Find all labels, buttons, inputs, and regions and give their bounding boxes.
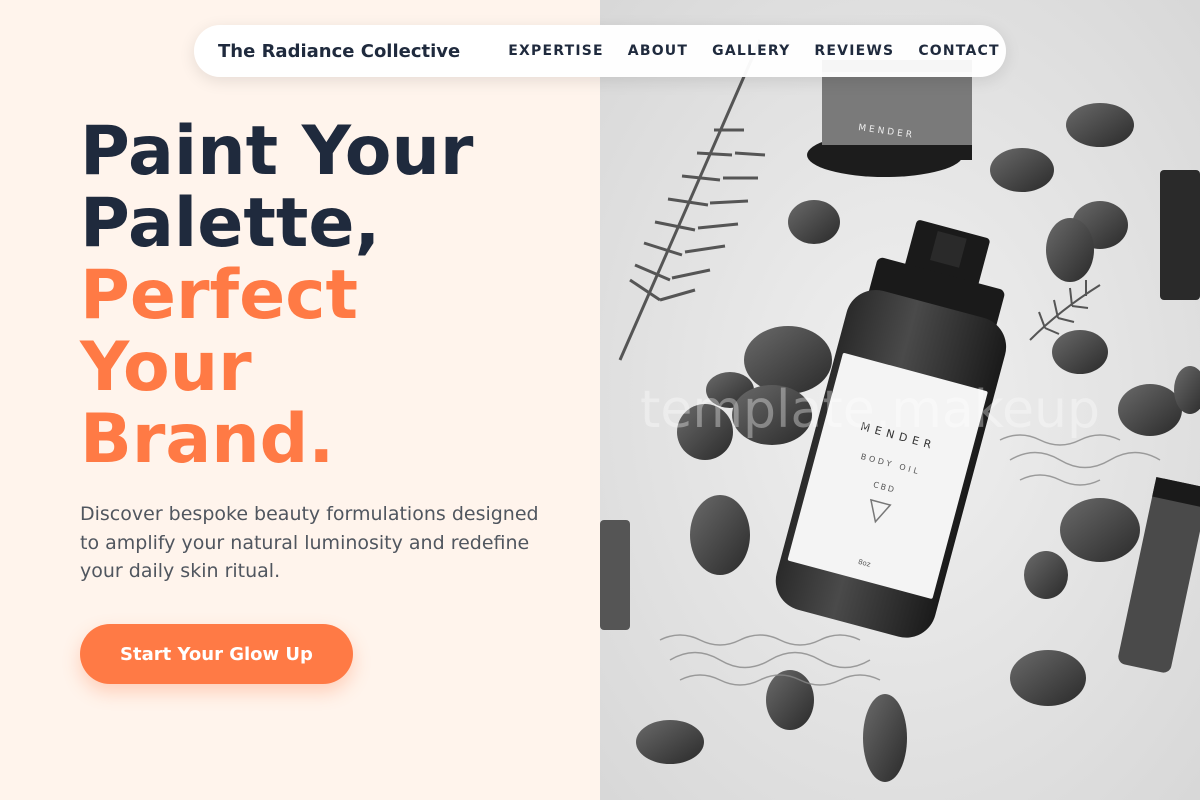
edge-product xyxy=(1160,170,1200,300)
nav-link-about[interactable]: ABOUT xyxy=(628,43,688,59)
top-navbar: The Radiance Collective EXPERTISE ABOUT … xyxy=(194,25,1006,77)
nav-link-reviews[interactable]: REVIEWS xyxy=(814,43,894,59)
watermark: template.makeup xyxy=(640,380,1101,440)
start-glow-up-button[interactable]: Start Your Glow Up xyxy=(80,624,353,684)
nav-links: EXPERTISE ABOUT GALLERY REVIEWS CONTACT xyxy=(508,43,999,59)
headline-line-1: Paint Your xyxy=(80,112,474,191)
nav-link-expertise[interactable]: EXPERTISE xyxy=(508,43,604,59)
edge-product-left xyxy=(600,520,630,630)
nav-link-gallery[interactable]: GALLERY xyxy=(712,43,790,59)
nav-link-contact[interactable]: CONTACT xyxy=(918,43,999,59)
brand-logo[interactable]: The Radiance Collective xyxy=(218,41,460,62)
salve-jar: MENDER xyxy=(807,60,972,177)
headline-line-5: Brand. xyxy=(80,400,335,479)
hero-headline: Paint Your Palette, Perfect Your Brand. xyxy=(80,116,580,476)
headline-line-3: Perfect xyxy=(80,256,359,335)
headline-line-2: Palette, xyxy=(80,184,381,263)
headline-line-4: Your xyxy=(80,328,252,407)
hero-subtext: Discover bespoke beauty formulations des… xyxy=(80,503,539,582)
